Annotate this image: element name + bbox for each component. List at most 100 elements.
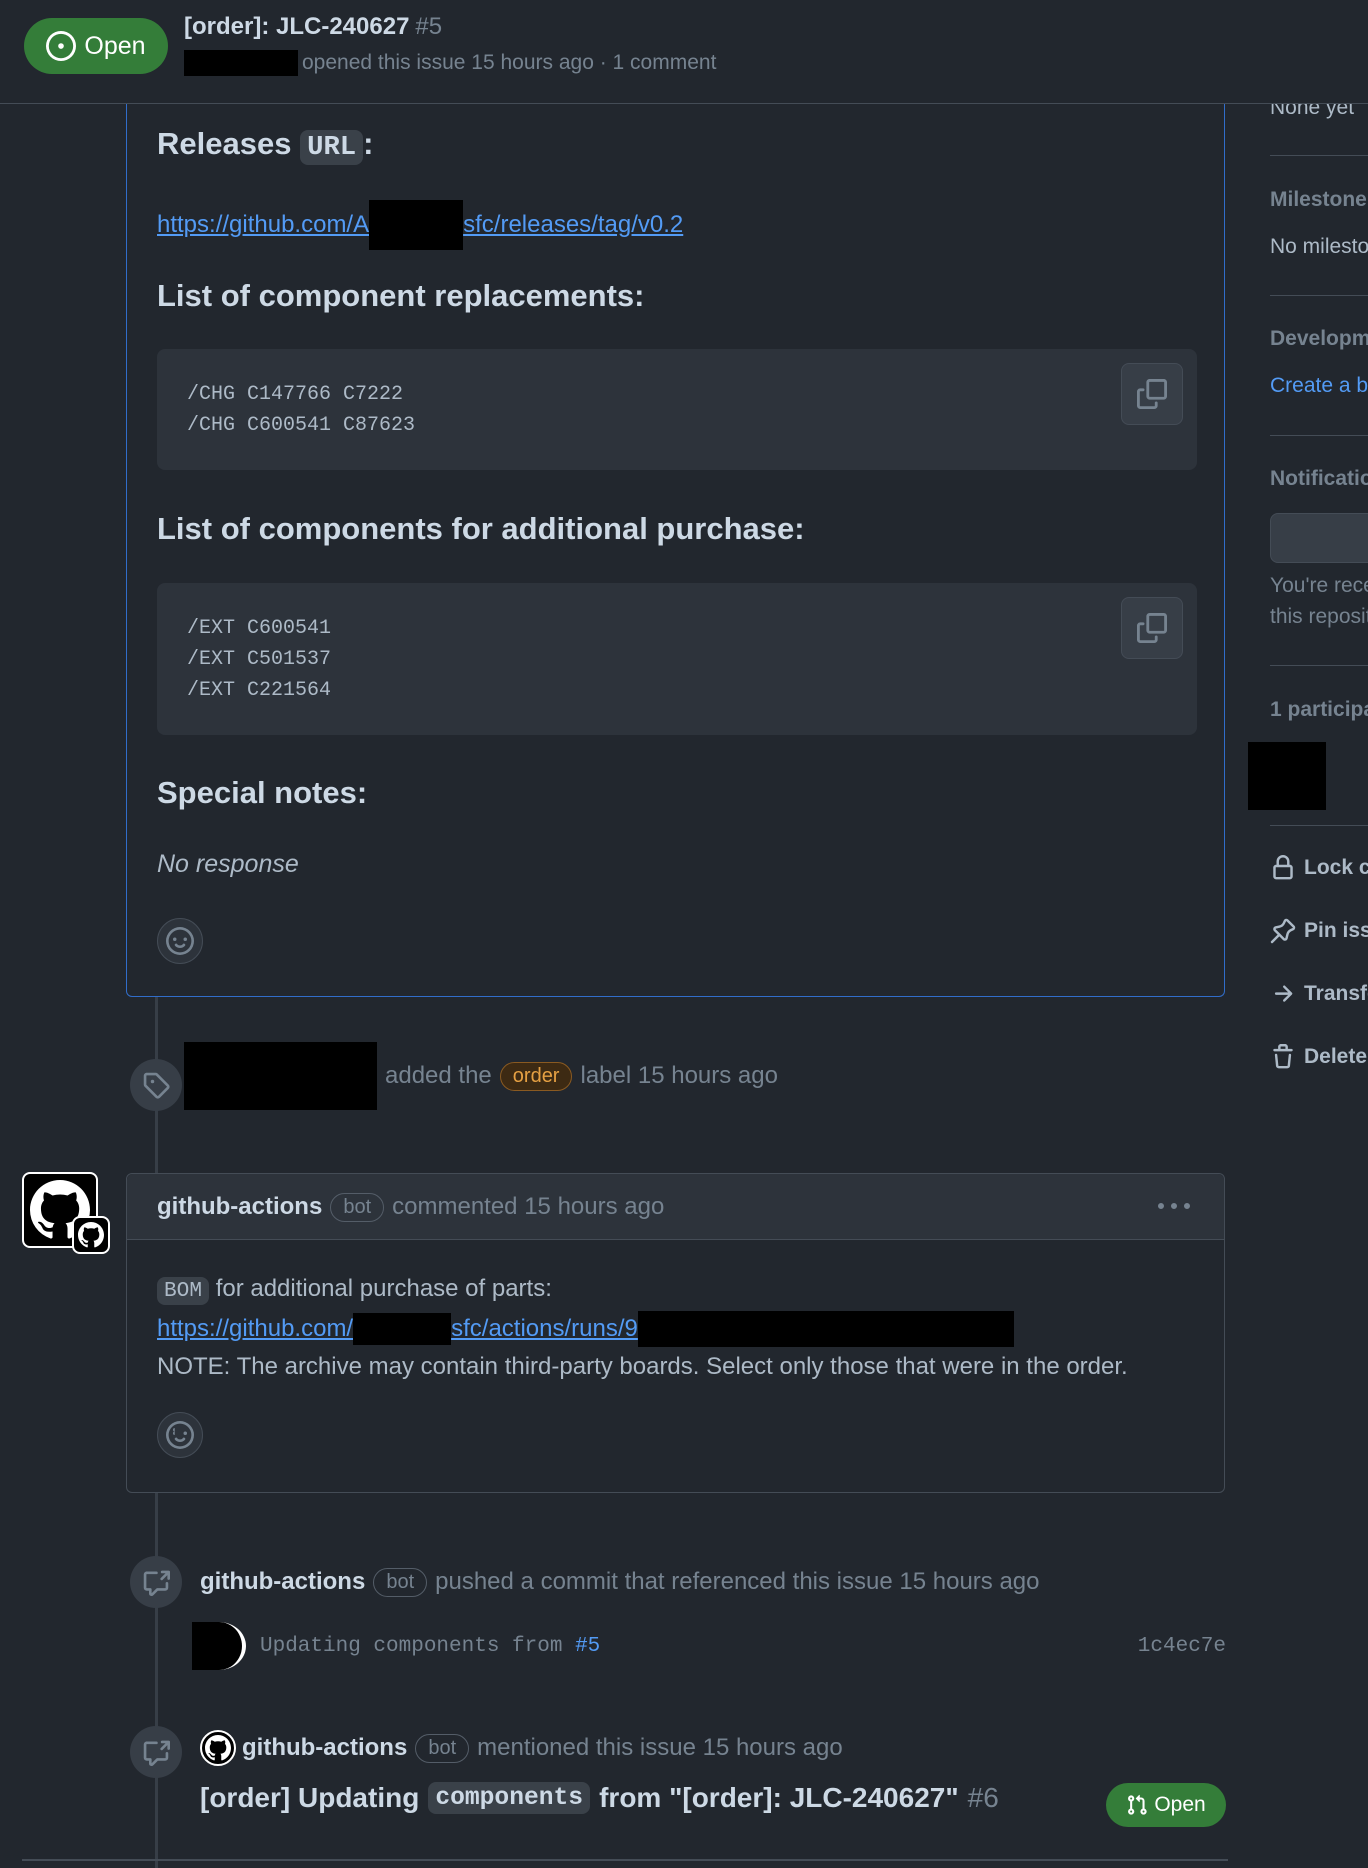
artifact-link-start[interactable]: https://github.com/ [157, 1310, 353, 1348]
code-line: /CHG C147766 C7222 [187, 383, 404, 406]
mention-event: github-actions bot mentioned this issue … [200, 1728, 843, 1768]
sidebar-divider [1270, 825, 1368, 826]
bottom-divider [22, 1859, 1228, 1861]
issue-number: #5 [415, 13, 443, 40]
sidebar-divider [1270, 665, 1368, 666]
comment-author[interactable]: github-actions [157, 1193, 322, 1221]
projects-value: None yet [1270, 104, 1355, 119]
issue-title-text: [order]: JLC-240627 [184, 13, 410, 40]
commit-message[interactable]: Updating components from #5 [260, 1635, 600, 1658]
trash-icon [1273, 1044, 1293, 1069]
replacements-code-block: /CHG C147766 C7222 /CHG C600541 C87623 [157, 349, 1197, 470]
pr-number: #6 [967, 1782, 999, 1813]
bom-text: for additional purchase of parts: [215, 1275, 552, 1302]
pr-state-label: Open [1154, 1793, 1206, 1816]
artifact-link[interactable]: https://github.com/ sfc/actions/runs/9 [157, 1310, 1128, 1348]
cross-reference-icon [143, 1570, 170, 1596]
bot-avatar[interactable] [22, 1172, 110, 1254]
commit-sha[interactable]: 1c4ec7e [1138, 1635, 1226, 1658]
referenced-pr-title[interactable]: [order] Updating components from "[order… [200, 1782, 999, 1814]
bot-badge: bot [330, 1192, 385, 1222]
bot-comment: github-actions bot commented 15 hours ag… [126, 1173, 1225, 1493]
special-notes-heading: Special notes: [157, 775, 368, 810]
comment-body: BOM for additional purchase of parts: ht… [157, 1270, 1128, 1386]
cross-reference-icon [143, 1740, 170, 1766]
add-reaction-button[interactable] [157, 918, 203, 964]
notifications-text-2: this repository [1270, 605, 1368, 628]
mention-author[interactable]: github-actions [242, 1734, 407, 1762]
code-line: /EXT C221564 [187, 679, 332, 702]
milestone-heading[interactable]: Milestone [1270, 188, 1367, 212]
github-mark-icon [78, 1222, 104, 1248]
sidebar-divider [1270, 295, 1368, 296]
order-label[interactable]: order [499, 1061, 573, 1091]
releases-link-end[interactable]: sfc/releases/tag/v0.2 [463, 211, 683, 239]
comment-header: github-actions bot commented 15 hours ag… [127, 1174, 1224, 1240]
special-notes-value: No response [157, 850, 299, 878]
smiley-icon [166, 927, 194, 955]
releases-link-start[interactable]: https://github.com/A [157, 211, 369, 239]
issue-state-label: Open [84, 31, 146, 60]
copy-icon [1137, 379, 1167, 409]
pin-issue-button[interactable]: Pin issue [1270, 918, 1368, 944]
issue-state-badge: Open [24, 18, 168, 74]
copy-button[interactable] [1121, 597, 1183, 659]
subscribe-button[interactable] [1270, 513, 1368, 563]
lock-icon [1273, 855, 1293, 880]
issue-meta-text: opened this issue 15 hours ago · 1 comme… [302, 51, 717, 74]
mention-avatar[interactable] [200, 1730, 236, 1766]
notifications-heading: Notifications [1270, 467, 1368, 490]
redacted-run-id [637, 1311, 1014, 1347]
bot-badge: bot [373, 1567, 428, 1597]
artifact-link-mid[interactable]: sfc/actions/runs/9 [451, 1310, 638, 1348]
label-event-action: added the [385, 1062, 492, 1089]
additional-code-block: /EXT C600541 /EXT C501537 /EXT C221564 [157, 583, 1197, 735]
commit-row: Updating components from #5 1c4ec7e [192, 1622, 1226, 1670]
label-event: added the order label 15 hours ago [184, 1042, 778, 1110]
delete-issue-button[interactable]: Delete issue [1270, 1044, 1368, 1070]
commit-event-action: pushed a commit that referenced this iss… [435, 1568, 1040, 1595]
bom-inline-code: BOM [157, 1277, 210, 1305]
lock-conversation-button[interactable]: Lock conversation [1270, 855, 1368, 881]
development-heading[interactable]: Development [1270, 327, 1368, 351]
commit-event: github-actions bot pushed a commit that … [200, 1560, 1040, 1604]
smiley-icon [166, 1421, 194, 1449]
transfer-issue-button[interactable]: Transfer issue [1270, 981, 1368, 1007]
participant-avatar[interactable] [1248, 742, 1326, 810]
tag-icon [143, 1072, 170, 1099]
redacted-owner [353, 1313, 452, 1345]
redacted-avatar[interactable] [192, 1622, 246, 1670]
create-branch-link[interactable]: Create a branch [1270, 374, 1368, 398]
url-inline-code: URL [300, 130, 364, 165]
commit-author[interactable]: github-actions [200, 1568, 365, 1596]
copy-button[interactable] [1121, 363, 1183, 425]
github-mark-icon [205, 1735, 231, 1761]
copy-icon [1137, 613, 1167, 643]
arrow-right-icon [1274, 985, 1293, 1002]
pr-state-badge: Open [1106, 1783, 1226, 1827]
bot-badge: bot [415, 1733, 470, 1763]
pin-icon [1270, 918, 1296, 944]
redacted-actor[interactable] [184, 1042, 377, 1110]
issue-sidebar: None yet Milestone No milestone Developm… [1270, 104, 1368, 1104]
issue-title[interactable]: [order]: JLC-240627 #5 [184, 13, 442, 41]
comment-options-button[interactable] [1154, 1190, 1194, 1224]
sidebar-divider [1270, 155, 1368, 156]
sidebar-divider [1270, 435, 1368, 436]
commit-issue-ref[interactable]: #5 [575, 1635, 600, 1658]
redacted-author[interactable] [184, 50, 298, 76]
releases-link[interactable]: https://github.com/A sfc/releases/tag/v0… [157, 200, 683, 250]
issue-body-comment: Releases URL: https://github.com/A sfc/r… [126, 92, 1225, 997]
mention-event-action: mentioned this issue 15 hours ago [477, 1734, 843, 1761]
comment-timestamp[interactable]: commented 15 hours ago [392, 1193, 664, 1221]
notifications-text-1: You're receiving [1270, 574, 1368, 597]
cross-reference-icon-wrap [130, 1556, 182, 1608]
note-line: NOTE: The archive may contain third-part… [157, 1353, 1128, 1380]
code-line: /EXT C501537 [187, 648, 332, 671]
add-reaction-button[interactable] [157, 1412, 203, 1458]
bom-line: BOM for additional purchase of parts: [157, 1270, 1128, 1310]
comment-header-text: github-actions bot commented 15 hours ag… [157, 1174, 664, 1240]
label-event-icon [130, 1059, 182, 1111]
redacted-owner [369, 200, 464, 250]
kebab-horizontal-icon [1158, 1203, 1190, 1209]
